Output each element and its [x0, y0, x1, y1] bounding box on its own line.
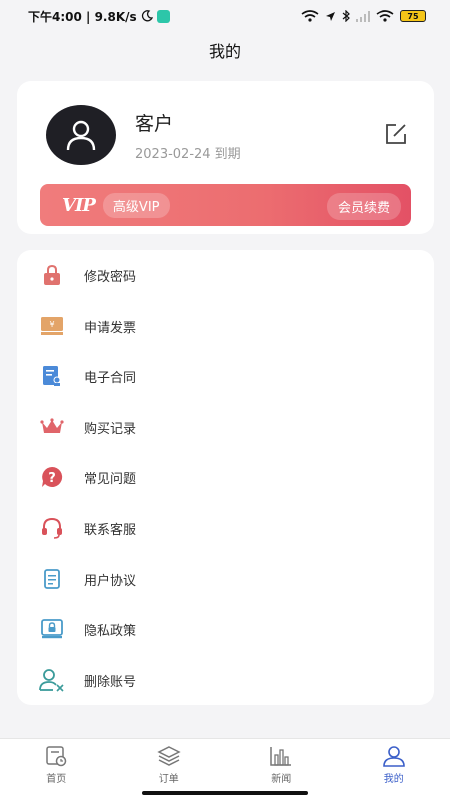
signal-icon — [356, 10, 370, 22]
home-icon — [46, 746, 67, 767]
delete-user-icon — [39, 667, 65, 693]
menu-label: 电子合同 — [84, 370, 137, 386]
vip-banner[interactable]: VIP 高级VIP 会员续费 — [40, 184, 411, 226]
status-left: 下午4:00 | 9.8K/s — [28, 8, 170, 25]
layers-icon — [157, 746, 181, 766]
membership-expiry: 2023-02-24 到期 — [135, 147, 241, 162]
menu-item-purchase-history[interactable]: 购买记录 — [17, 402, 434, 452]
tab-home[interactable]: 首页 — [0, 739, 113, 800]
menu-label: 购买记录 — [84, 421, 137, 437]
avatar[interactable] — [46, 105, 116, 165]
menu-item-user-agreement[interactable]: 用户协议 — [17, 554, 434, 604]
menu-item-customer-service[interactable]: 联系客服 — [17, 503, 434, 553]
user-icon — [382, 746, 405, 767]
user-name: 客户 — [135, 113, 174, 135]
profile-card: 客户 2023-02-24 到期 VIP 高级VIP 会员续费 — [17, 81, 434, 234]
chart-icon — [270, 747, 292, 766]
page-title: 我的 — [0, 32, 450, 68]
tab-mine[interactable]: 我的 — [338, 739, 450, 800]
user-avatar-icon — [66, 120, 96, 151]
tab-label: 首页 — [46, 774, 67, 785]
status-right: 75 — [301, 10, 426, 22]
app-notification-icon — [156, 9, 170, 23]
agreement-icon — [39, 566, 65, 592]
moon-icon — [141, 10, 153, 22]
status-bar: 下午4:00 | 9.8K/s 75 — [0, 0, 450, 32]
bluetooth-icon — [342, 10, 350, 22]
battery-level: 75 — [407, 11, 419, 21]
status-time: 下午4:00 | 9.8K/s — [28, 9, 137, 24]
menu-card: 修改密码 ¥ 申请发票 电子合同 购买记录 ? 常见问题 联系客服 用户协议 隐… — [17, 250, 434, 705]
wifi-icon — [301, 10, 319, 22]
headset-icon — [39, 515, 65, 541]
menu-label: 常见问题 — [84, 471, 137, 487]
menu-label: 用户协议 — [84, 573, 137, 589]
menu-label: 申请发票 — [84, 320, 137, 336]
menu-item-faq[interactable]: ? 常见问题 — [17, 452, 434, 502]
svg-text:?: ? — [48, 471, 56, 486]
menu-label: 隐私政策 — [84, 623, 137, 639]
menu-item-change-password[interactable]: 修改密码 — [17, 250, 434, 300]
svg-text:¥: ¥ — [49, 320, 54, 329]
privacy-icon — [39, 616, 65, 642]
battery-icon: 75 — [400, 10, 426, 22]
lock-icon — [39, 262, 65, 288]
menu-label: 修改密码 — [84, 269, 137, 285]
tab-label: 新闻 — [271, 774, 292, 785]
menu-label: 删除账号 — [84, 674, 137, 690]
location-icon — [326, 11, 335, 21]
menu-item-e-contract[interactable]: 电子合同 — [17, 351, 434, 401]
menu-item-apply-invoice[interactable]: ¥ 申请发票 — [17, 301, 434, 351]
menu-item-delete-account[interactable]: 删除账号 — [17, 655, 434, 705]
menu-item-privacy-policy[interactable]: 隐私政策 — [17, 604, 434, 654]
renew-membership-button[interactable]: 会员续费 — [326, 193, 401, 220]
home-indicator — [142, 791, 308, 795]
wifi-icon-2 — [376, 10, 394, 22]
edit-icon[interactable] — [384, 122, 408, 146]
menu-label: 联系客服 — [84, 522, 137, 538]
contract-icon — [39, 363, 65, 389]
tab-label: 我的 — [383, 774, 404, 785]
question-icon: ? — [39, 464, 65, 490]
vip-level-badge: 高级VIP — [102, 192, 170, 218]
invoice-icon: ¥ — [39, 313, 65, 339]
vip-logo: VIP — [62, 194, 96, 216]
crown-icon — [39, 414, 65, 440]
tab-label: 订单 — [158, 774, 179, 785]
